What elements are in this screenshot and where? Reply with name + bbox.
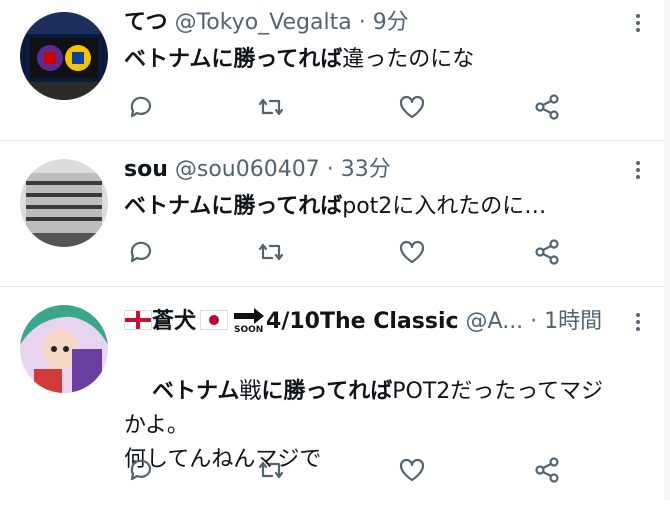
- tweet-text-rest: pot2に入れたのに…: [342, 194, 547, 219]
- tweet-actions: [124, 92, 604, 122]
- separator: ·: [351, 10, 373, 35]
- handle[interactable]: @Tokyo_Vegalta: [175, 10, 352, 35]
- retweet-icon[interactable]: [256, 237, 286, 267]
- tweet-actions: [124, 237, 604, 267]
- display-name[interactable]: sou: [124, 157, 168, 182]
- timestamp[interactable]: 1時間: [544, 309, 602, 334]
- tweet-text-plain: 戦: [239, 379, 262, 404]
- like-icon[interactable]: [397, 92, 427, 122]
- tweet-text: ベトナムに勝ってればpot2に入れたのに…: [124, 189, 624, 225]
- tweet-text-bold: ベトナム: [151, 379, 240, 404]
- avatar[interactable]: [20, 159, 108, 247]
- more-options-icon[interactable]: [630, 159, 646, 183]
- separator: ·: [319, 157, 341, 182]
- tweet-text-bold: ベトナムに勝ってれば: [124, 47, 343, 72]
- display-name-rest[interactable]: 4/10The Classic: [266, 309, 459, 334]
- england-flag-icon: [124, 310, 152, 330]
- reply-icon[interactable]: [126, 237, 156, 267]
- like-icon[interactable]: [397, 455, 427, 485]
- japan-flag-icon: [200, 310, 229, 330]
- handle[interactable]: @A...: [466, 309, 524, 334]
- tweet-header: sou @sou060407 · 33分: [124, 153, 391, 187]
- like-icon[interactable]: [397, 237, 427, 267]
- tweet-header: てつ @Tokyo_Vegalta · 9分: [124, 6, 409, 40]
- anime-character-icon: [20, 305, 108, 393]
- retweet-icon[interactable]: [256, 455, 286, 485]
- tweet-text-rest: 違ったのにな: [342, 47, 475, 72]
- tweet-header: 蒼犬 SOON 4/10The Classic @A... · 1時間: [124, 305, 602, 339]
- share-icon[interactable]: [532, 455, 562, 485]
- avatar[interactable]: [20, 12, 108, 100]
- display-name[interactable]: てつ: [124, 10, 168, 35]
- handle[interactable]: @sou060407: [175, 157, 320, 182]
- reply-icon[interactable]: [126, 455, 156, 485]
- reply-icon[interactable]: [126, 92, 156, 122]
- tweet-2[interactable]: sou @sou060407 · 33分 ベトナムに勝ってればpot2に入れたの…: [0, 141, 670, 286]
- building-icon: [20, 159, 108, 247]
- timestamp[interactable]: 9分: [373, 10, 409, 35]
- display-name[interactable]: 蒼犬: [152, 309, 196, 334]
- tweet-text-bold: に勝ってれば: [261, 379, 393, 404]
- timestamp[interactable]: 33分: [341, 157, 391, 182]
- tweet-text: ベトナムに勝ってれば違ったのにな: [124, 42, 624, 78]
- avatar[interactable]: [20, 305, 108, 393]
- share-icon[interactable]: [532, 237, 562, 267]
- more-options-icon[interactable]: [630, 311, 646, 335]
- soon-label: SOON: [234, 325, 264, 335]
- tweet-1[interactable]: てつ @Tokyo_Vegalta · 9分 ベトナムに勝ってれば違ったのにな: [0, 0, 670, 140]
- share-icon[interactable]: [532, 92, 562, 122]
- retweet-icon[interactable]: [256, 92, 286, 122]
- scrollbar[interactable]: [664, 0, 670, 500]
- tweet-3[interactable]: 蒼犬 SOON 4/10The Classic @A... · 1時間 ベトナム…: [0, 287, 670, 500]
- soon-arrow-icon: SOON: [232, 306, 266, 336]
- tweet-text-bold: ベトナムに勝ってれば: [124, 194, 343, 219]
- tweet-text: ベトナム戦に勝ってればPOT2だったってマジかよ。 何してんねんマジで: [124, 341, 624, 511]
- tweet-actions: [124, 455, 604, 485]
- separator: ·: [523, 309, 545, 334]
- stadium-scoreboard-icon: [20, 12, 108, 100]
- more-options-icon[interactable]: [630, 12, 646, 36]
